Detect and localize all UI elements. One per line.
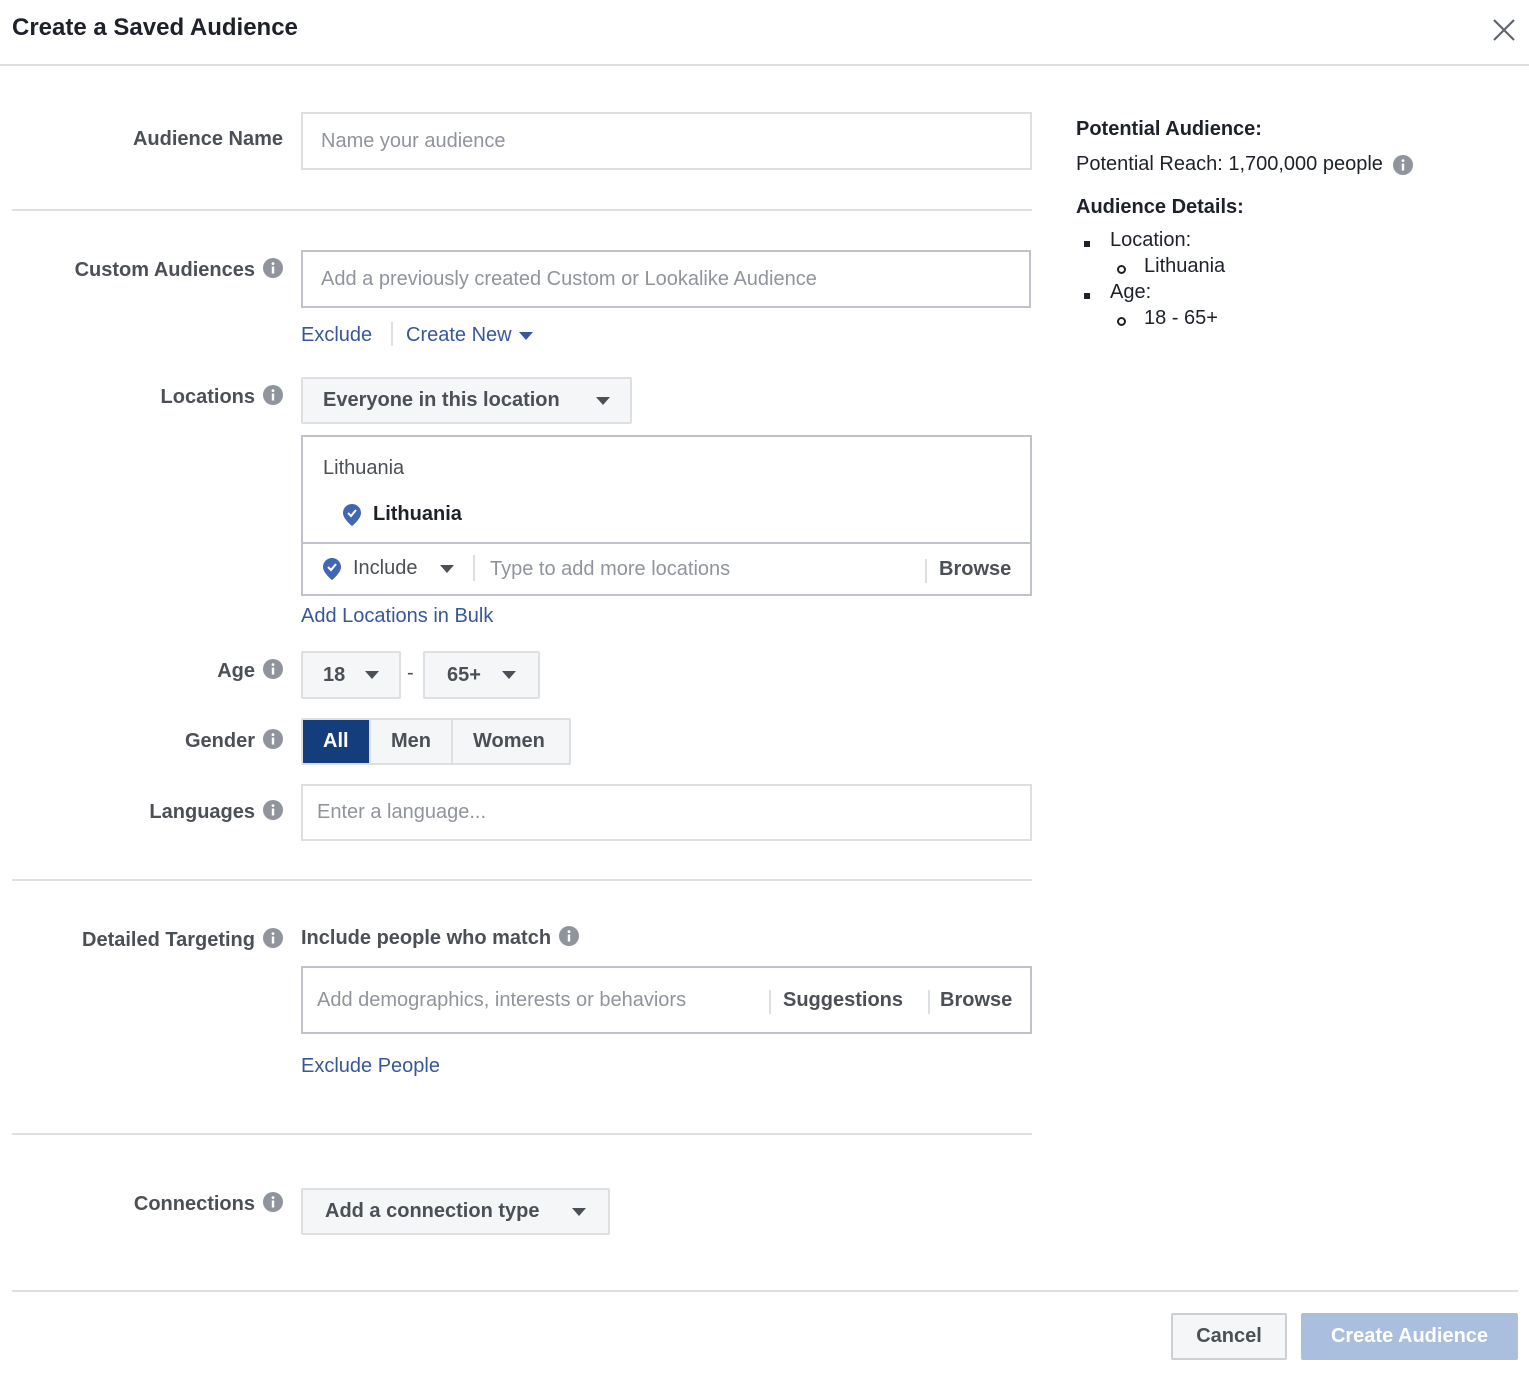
potential-audience-heading: Potential Audience:: [1076, 118, 1262, 140]
location-box: Lithuania Lithuania Include Browse: [301, 435, 1032, 596]
languages-label-text: Languages: [149, 801, 255, 823]
detailed-targeting-box: Suggestions Browse: [301, 966, 1032, 1034]
dialog-header: Create a Saved Audience: [0, 0, 1529, 66]
suggestions-separator: [769, 990, 771, 1014]
create-new-link[interactable]: Create New: [406, 324, 533, 347]
exclude-people-link[interactable]: Exclude People: [301, 1055, 440, 1078]
chevron-down-icon: [572, 1207, 586, 1216]
section-divider: [12, 1133, 1032, 1135]
detail-location-label: Location:: [1110, 229, 1192, 251]
include-label: Include: [353, 557, 418, 579]
custom-audiences-label-text: Custom Audiences: [74, 259, 255, 281]
location-pin-icon: [323, 557, 341, 580]
bullet-circle: [1117, 317, 1126, 326]
include-match-text: Include people who match: [301, 927, 552, 949]
custom-audiences-input[interactable]: [301, 250, 1031, 308]
include-dropdown[interactable]: Include: [323, 557, 454, 580]
add-locations-bulk-link[interactable]: Add Locations in Bulk: [301, 605, 493, 628]
chevron-down-icon: [502, 671, 516, 679]
detail-age-value: 18 - 65+: [1144, 307, 1218, 329]
detail-location-value: Lithuania: [1144, 255, 1226, 277]
close-icon[interactable]: [1490, 16, 1518, 44]
audience-details-heading: Audience Details:: [1076, 196, 1244, 218]
create-audience-button[interactable]: Create Audience: [1301, 1313, 1518, 1360]
location-pin-icon: [343, 503, 361, 526]
info-icon[interactable]: [559, 926, 580, 946]
detailed-targeting-label: Detailed Targeting: [82, 928, 283, 952]
locations-label-text: Locations: [160, 386, 255, 408]
info-icon[interactable]: [263, 258, 283, 278]
detailed-targeting-label-text: Detailed Targeting: [82, 929, 255, 951]
audience-name-input[interactable]: [301, 112, 1032, 170]
info-icon[interactable]: [263, 659, 283, 679]
custom-audiences-label: Custom Audiences: [75, 258, 283, 282]
info-icon[interactable]: [263, 1192, 283, 1212]
gender-label-text: Gender: [184, 730, 255, 752]
locations-label: Locations: [161, 385, 283, 409]
bullet-square: [1084, 293, 1090, 299]
gender-women-button[interactable]: Women: [453, 720, 569, 763]
connection-type-dropdown[interactable]: Add a connection type: [301, 1188, 610, 1235]
section-divider: [12, 879, 1032, 881]
age-min-dropdown[interactable]: 18: [301, 651, 401, 699]
selected-location-label: Lithuania: [373, 503, 462, 525]
info-icon[interactable]: [263, 729, 283, 749]
languages-label: Languages: [149, 800, 283, 824]
potential-reach: Potential Reach: 1,700,000 people: [1076, 153, 1516, 176]
detailed-targeting-input[interactable]: [303, 968, 768, 1032]
age-max-value: 65+: [447, 663, 481, 686]
info-icon[interactable]: [263, 928, 283, 948]
age-label-text: Age: [217, 660, 255, 682]
age-min-value: 18: [323, 663, 346, 686]
exclude-link[interactable]: Exclude: [301, 324, 372, 347]
location-type-value: Everyone in this location: [323, 389, 560, 411]
potential-reach-text: Potential Reach: 1,700,000 people: [1076, 153, 1383, 175]
location-type-dropdown[interactable]: Everyone in this location: [301, 377, 632, 424]
link-separator: [391, 322, 393, 346]
chevron-down-icon: [365, 671, 379, 679]
info-icon[interactable]: [1392, 154, 1413, 175]
bullet-square: [1084, 241, 1090, 247]
bullet-circle: [1117, 265, 1126, 274]
suggestions-button[interactable]: Suggestions: [783, 989, 903, 1012]
create-new-label: Create New: [406, 324, 512, 346]
gender-toggle-group: All Men Women: [301, 718, 571, 765]
connection-type-value: Add a connection type: [325, 1200, 540, 1222]
age-separator: -: [407, 662, 414, 684]
location-search-input[interactable]: [475, 544, 925, 594]
detail-age-label: Age:: [1110, 281, 1152, 303]
selected-location[interactable]: Lithuania: [343, 503, 462, 526]
audience-name-label: Audience Name: [132, 128, 283, 150]
dialog-title: Create a Saved Audience: [12, 14, 298, 41]
gender-all-button[interactable]: All: [303, 720, 371, 763]
location-browse-button[interactable]: Browse: [939, 558, 1011, 581]
cancel-button[interactable]: Cancel: [1171, 1313, 1287, 1360]
potential-audience-panel: Potential Audience: Potential Reach: 1,7…: [1076, 116, 1516, 337]
info-icon[interactable]: [263, 800, 283, 820]
gender-label: Gender: [185, 729, 283, 753]
include-match-heading: Include people who match: [301, 926, 580, 950]
chevron-down-icon: [518, 331, 533, 340]
audience-details-list: Location: Lithuania Age: 18 - 65+: [1076, 227, 1516, 337]
browse-separator: [928, 990, 930, 1014]
languages-input[interactable]: [301, 784, 1032, 841]
browse-separator: [925, 559, 927, 583]
connections-label: Connections: [134, 1192, 283, 1216]
connections-label-text: Connections: [133, 1193, 255, 1215]
chevron-down-icon: [439, 564, 454, 573]
gender-men-button[interactable]: Men: [371, 720, 453, 763]
section-divider: [12, 209, 1032, 211]
chevron-down-icon: [596, 396, 610, 405]
targeting-browse-button[interactable]: Browse: [940, 989, 1012, 1012]
location-group-header: Lithuania: [323, 457, 405, 479]
info-icon[interactable]: [263, 385, 283, 405]
footer-divider: [12, 1290, 1518, 1292]
age-max-dropdown[interactable]: 65+: [423, 651, 540, 699]
age-label: Age: [217, 659, 283, 683]
